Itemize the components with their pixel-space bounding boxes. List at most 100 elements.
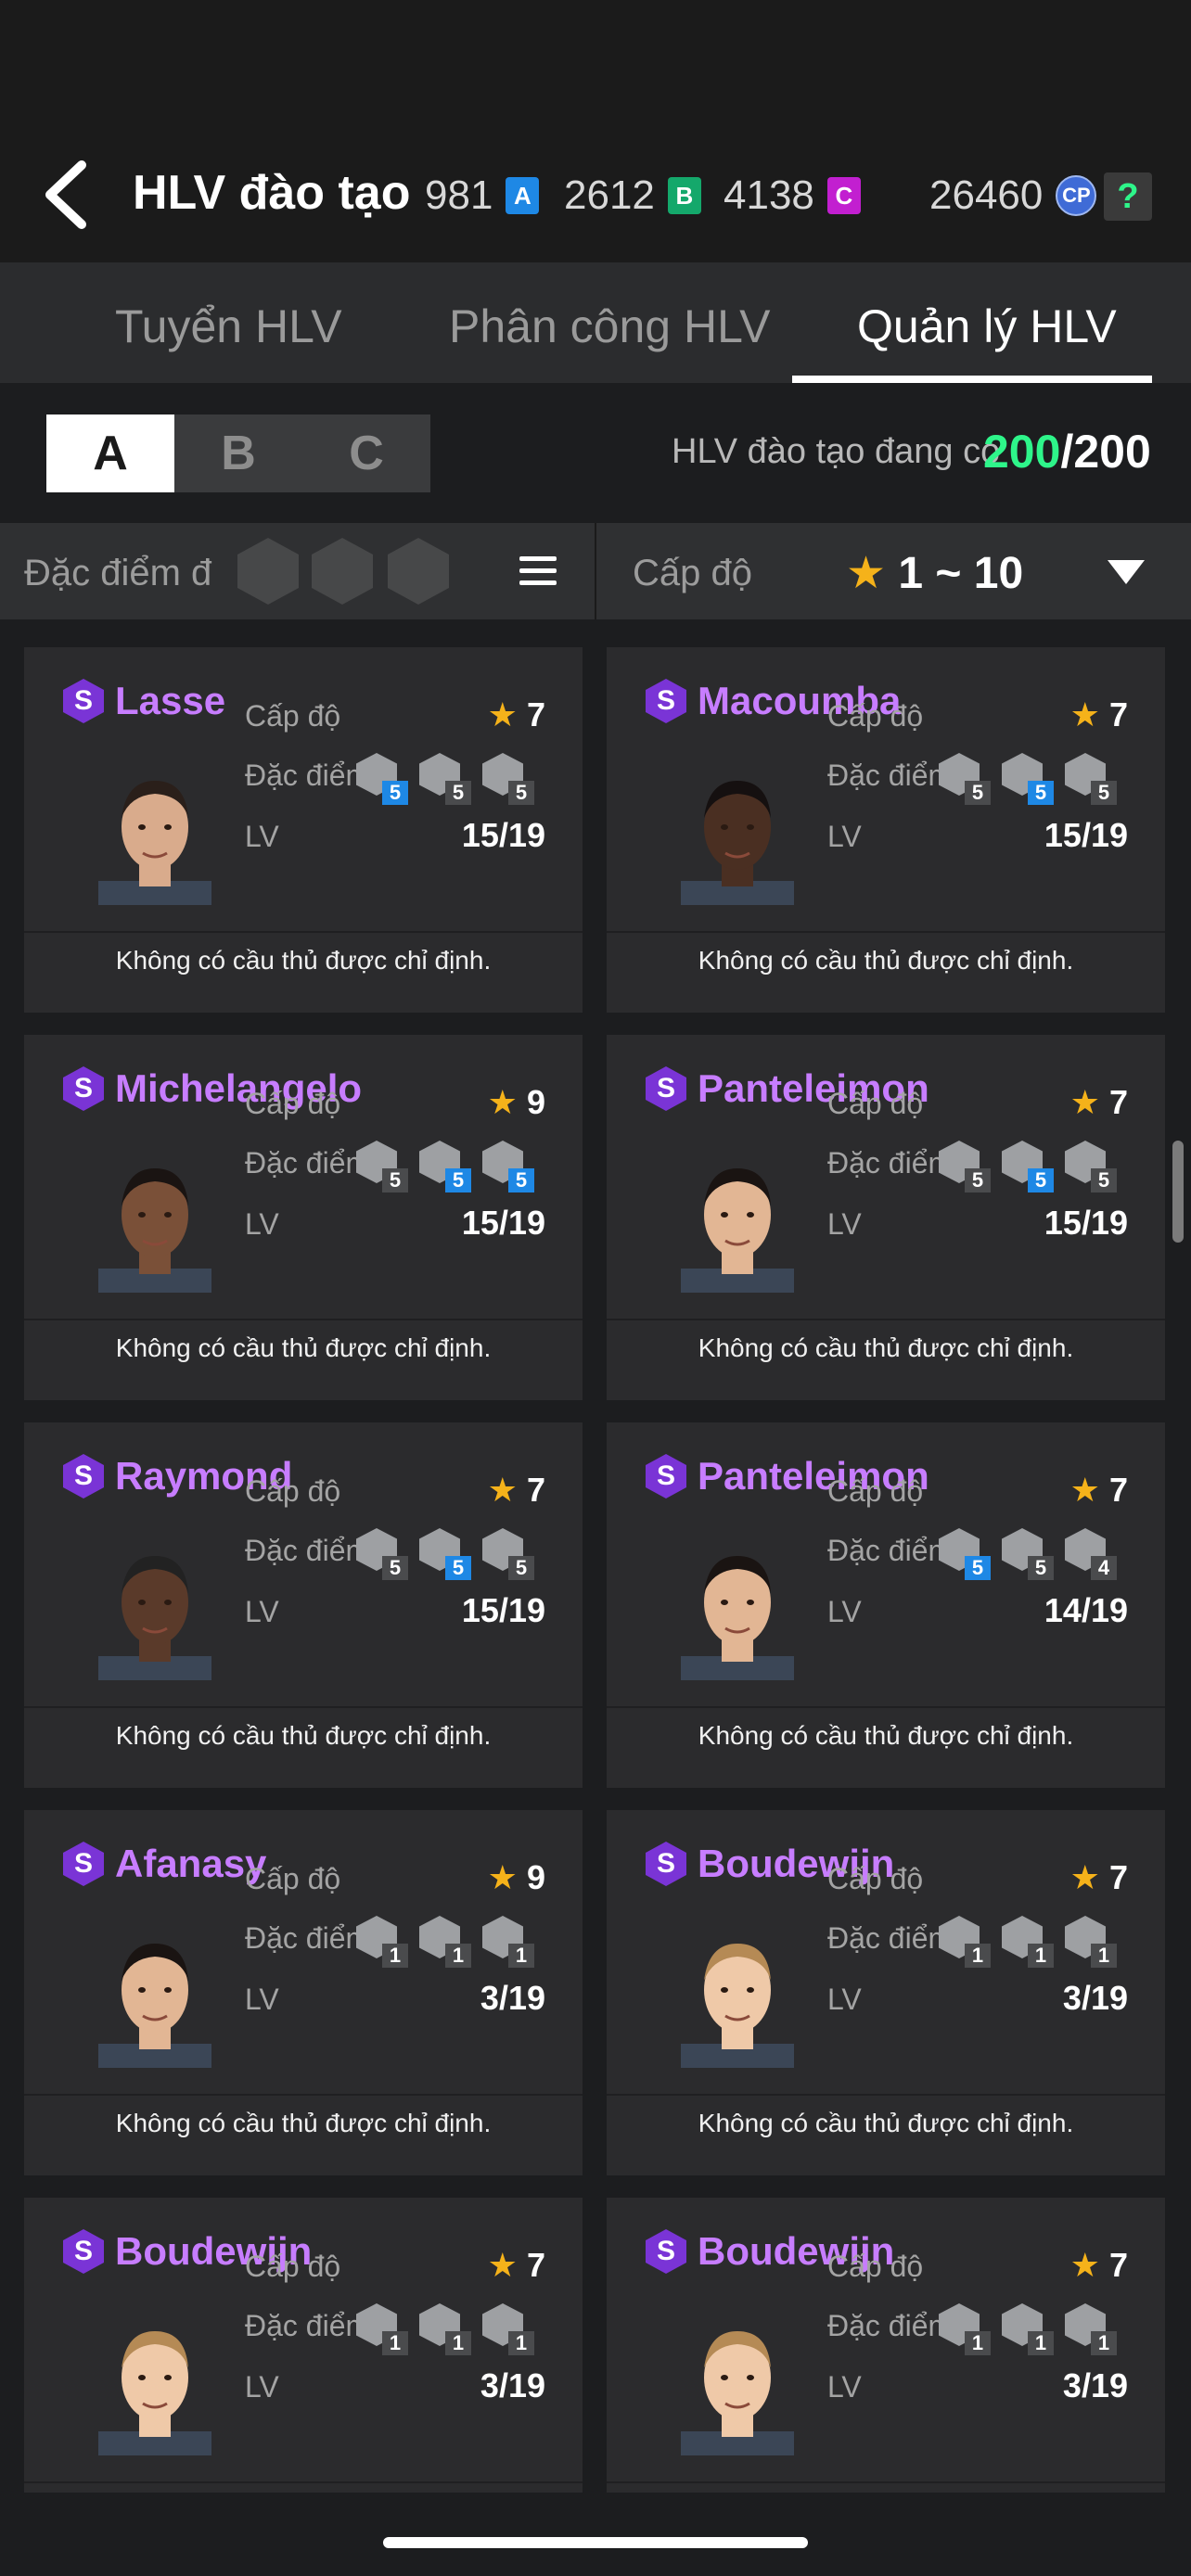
segment-b[interactable]: B — [174, 414, 302, 492]
trait-filter-label[interactable]: Đặc điểm đ — [24, 553, 211, 594]
currency-b-value: 2612 — [564, 172, 655, 218]
back-arrow-icon[interactable] — [39, 158, 95, 232]
coach-avatar — [681, 1168, 794, 1293]
trait-icon[interactable]: 5 — [356, 753, 408, 805]
level-label: Cấp độ — [245, 1474, 341, 1508]
coach-avatar — [98, 781, 211, 905]
help-button[interactable]: ? — [1104, 172, 1152, 221]
coach-star-value: 7 — [1108, 1083, 1128, 1121]
trait-icon[interactable]: 5 — [1065, 1141, 1117, 1192]
star-icon: ★ — [487, 1083, 518, 1121]
trait-icon[interactable]: 1 — [1065, 2303, 1117, 2355]
trait-icon[interactable]: 5 — [939, 753, 991, 805]
trait-icon[interactable]: 5 — [419, 1528, 471, 1580]
trait-icon[interactable]: 1 — [1002, 2303, 1054, 2355]
coach-card[interactable]: S Afanasy Cấp độ ★ 9 Đặc điểm 1 1 1 LV 3/19 Không … — [24, 1810, 583, 2175]
trait-icon[interactable]: 1 — [939, 1916, 991, 1968]
trait-icon[interactable]: 1 — [939, 2303, 991, 2355]
trait-icon[interactable]: 5 — [1002, 753, 1054, 805]
trait-level: 1 — [965, 1944, 991, 1968]
coach-card[interactable]: SBoudewijnCấp độ★ 7Đặc điểm111LV3/19Khôn… — [24, 2198, 583, 2493]
coach-card[interactable]: S Macoumba Cấp độ ★ 7 Đặc điểm 5 5 5 LV 15/19 Khôn… — [607, 647, 1165, 1013]
level-label: Cấp độ — [827, 1862, 924, 1895]
coach-card[interactable]: S Michelangelo Cấp độ ★ 9 Đặc điểm 5 5 5 LV 15/19… — [24, 1035, 583, 1400]
trait-icon[interactable]: 5 — [482, 753, 534, 805]
currency-a: 981 A — [425, 172, 540, 219]
trait-icon[interactable]: 1 — [356, 1916, 408, 1968]
trait-icon[interactable]: 1 — [356, 2303, 408, 2355]
card-divider — [24, 2481, 583, 2483]
trait-icon[interactable]: 5 — [482, 1141, 534, 1192]
coach-stars: ★ 7 — [488, 2246, 545, 2285]
dropdown-caret-icon[interactable] — [1108, 560, 1145, 584]
trait-icon[interactable]: 4 — [1065, 1528, 1117, 1580]
coach-avatar — [681, 1556, 794, 1680]
trait-icon[interactable]: 5 — [1002, 1141, 1054, 1192]
trait-icon[interactable]: 5 — [1002, 1528, 1054, 1580]
trait-icon[interactable]: 1 — [1065, 1916, 1117, 1968]
tab-recruit-coach[interactable]: Tuyển HLV — [115, 300, 342, 353]
level-filter-range[interactable]: ★ 1 ~ 10 — [846, 547, 1023, 599]
coach-stars: ★ 7 — [488, 1471, 545, 1510]
trait-label: Đặc điểm — [245, 1921, 371, 1955]
coach-card[interactable]: SBoudewijnCấp độ★ 7Đặc điểm111LV3/19Khôn… — [607, 2198, 1165, 2493]
trait-level: 5 — [508, 781, 534, 805]
coach-lv: 14/19 — [1044, 1591, 1128, 1629]
card-divider — [24, 931, 583, 933]
trait-icon[interactable]: 1 — [482, 1916, 534, 1968]
assigned-player-note: Không có cầu thủ được chỉ định. — [698, 1333, 1074, 1362]
tab-assign-coach[interactable]: Phân công HLV — [449, 300, 771, 353]
segment-c[interactable]: C — [302, 414, 430, 492]
coach-card[interactable]: S Raymond Cấp độ ★ 7 Đặc điểm 5 5 5 LV 15/19 Không… — [24, 1422, 583, 1788]
coach-card[interactable]: S Panteleimon Cấp độ ★ 7 Đặc điểm 5 5 4 LV 14/19 K… — [607, 1422, 1165, 1788]
trait-level: 5 — [508, 1168, 534, 1192]
coach-star-value: 7 — [1108, 695, 1128, 733]
trait-label: Đặc điểm — [827, 759, 954, 792]
coach-count: 200/200 — [983, 425, 1151, 478]
trait-level: 1 — [508, 2331, 534, 2355]
trait-level: 5 — [1028, 1168, 1054, 1192]
trait-icon[interactable]: 1 — [1002, 1916, 1054, 1968]
tier-badge: S — [63, 679, 104, 723]
card-divider — [607, 2481, 1165, 2483]
trait-icon[interactable]: 5 — [1065, 753, 1117, 805]
tier-badge: S — [646, 2229, 686, 2274]
segment-a[interactable]: A — [46, 414, 174, 492]
trait-icon[interactable]: 5 — [939, 1528, 991, 1580]
trait-icon[interactable]: 5 — [419, 1141, 471, 1192]
coach-name: Lasse — [115, 679, 226, 722]
trait-icon[interactable]: 1 — [419, 1916, 471, 1968]
coach-lv: 15/19 — [461, 816, 545, 854]
scrollbar[interactable] — [1172, 1141, 1184, 1243]
coach-card[interactable]: S Lasse Cấp độ ★ 7 Đặc điểm 5 5 5 LV 15/19 Không c… — [24, 647, 583, 1013]
trait-icon[interactable]: 1 — [482, 2303, 534, 2355]
currency-a-icon: A — [506, 177, 540, 214]
tier-badge: S — [63, 1842, 104, 1886]
coach-stars: ★ 7 — [1070, 1858, 1128, 1897]
coach-stars: ★ 9 — [488, 1858, 545, 1897]
trait-icons: 1 1 1 — [356, 1916, 545, 1968]
level-label: Cấp độ — [245, 2250, 341, 2283]
tab-manage-coach[interactable]: Quản lý HLV — [857, 300, 1117, 353]
card-divider — [24, 1319, 583, 1320]
trait-icon[interactable]: 1 — [419, 2303, 471, 2355]
star-icon: ★ — [487, 1471, 518, 1509]
coach-star-value: 9 — [526, 1858, 545, 1896]
coach-card[interactable]: SBoudewijnCấp độ★ 7Đặc điểm111LV3/19Khôn… — [607, 1810, 1165, 2175]
coach-avatar — [681, 781, 794, 905]
trait-icon[interactable]: 5 — [356, 1141, 408, 1192]
menu-icon[interactable] — [519, 556, 557, 586]
lv-label: LV — [245, 2370, 279, 2404]
card-divider — [607, 1319, 1165, 1320]
trait-level: 5 — [445, 1556, 471, 1580]
trait-icon[interactable]: 5 — [356, 1528, 408, 1580]
trait-label: Đặc điểm — [245, 2309, 371, 2342]
coach-star-value: 7 — [1108, 2246, 1128, 2284]
trait-icon[interactable]: 5 — [939, 1141, 991, 1192]
trait-icon[interactable]: 5 — [482, 1528, 534, 1580]
trait-icon[interactable]: 5 — [419, 753, 471, 805]
tier-badge: S — [63, 1066, 104, 1111]
star-icon: ★ — [487, 695, 518, 733]
coach-card[interactable]: S Panteleimon Cấp độ ★ 7 Đặc điểm 5 5 5 LV 15/19 K… — [607, 1035, 1165, 1400]
home-indicator[interactable] — [383, 2537, 808, 2548]
